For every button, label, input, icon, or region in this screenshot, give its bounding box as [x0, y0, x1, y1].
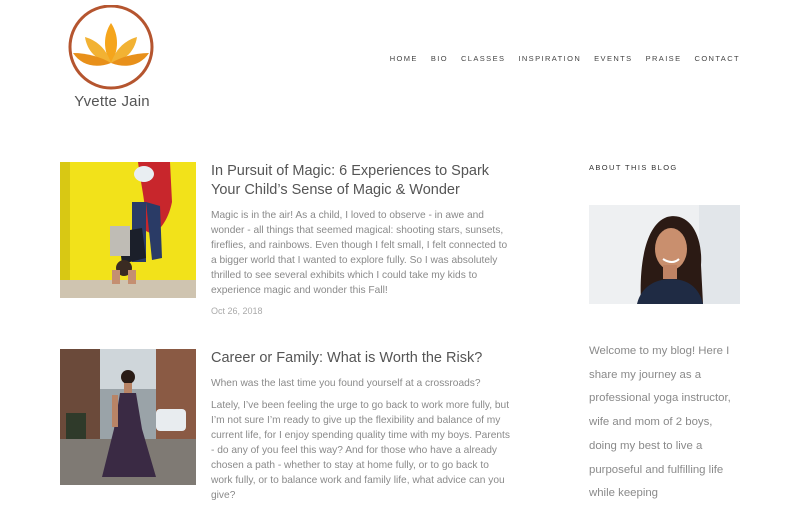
post-excerpt: Lately, I’ve been feeling the urge to go… [211, 400, 510, 501]
nav-bio[interactable]: BIO [431, 54, 448, 63]
nav-contact[interactable]: CONTACT [695, 54, 741, 63]
sidebar-intro-text: Welcome to my blog! Here I share my jour… [589, 345, 731, 500]
sidebar-heading: ABOUT THIS BLOG [589, 163, 678, 172]
sidebar: ABOUT THIS BLOG Welcome to my blog! Here… [589, 163, 741, 506]
nav-home[interactable]: HOME [390, 54, 418, 63]
main-nav: HOME BIO CLASSES INSPIRATION EVENTS PRAI… [390, 54, 740, 63]
author-portrait [589, 205, 740, 304]
author-photo [589, 205, 740, 304]
post-thumbnail[interactable] [60, 162, 196, 298]
post-thumbnail[interactable] [60, 349, 196, 485]
nav-praise[interactable]: PRAISE [646, 54, 682, 63]
post-date: Oct 26, 2018 [211, 306, 263, 316]
site-logo[interactable]: Yvette Jain [62, 5, 162, 115]
post-image-handstand [60, 162, 196, 298]
nav-events[interactable]: EVENTS [594, 54, 632, 63]
nav-classes[interactable]: CLASSES [461, 54, 505, 63]
post-excerpt-intro: When was the last time you found yoursel… [211, 378, 481, 389]
post-image-street [60, 349, 196, 485]
nav-inspiration[interactable]: INSPIRATION [518, 54, 581, 63]
post-title[interactable]: In Pursuit of Magic: 6 Experiences to Sp… [211, 162, 511, 200]
lotus-logo-icon [68, 5, 154, 90]
post-excerpt: Magic is in the air! As a child, I loved… [211, 210, 508, 296]
post-title[interactable]: Career or Family: What is Worth the Risk… [211, 349, 511, 368]
site-name: Yvette Jain [74, 93, 150, 110]
